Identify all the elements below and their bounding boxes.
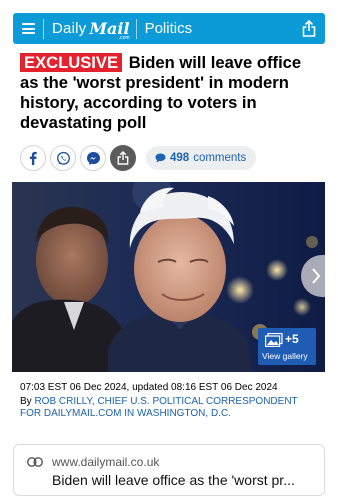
speech-bubble-icon: [155, 153, 166, 163]
share-row: 498 comments: [20, 145, 257, 171]
link-icon: [27, 457, 43, 467]
link-preview-card[interactable]: www.dailymail.co.uk Biden will leave off…: [13, 444, 325, 496]
whatsapp-icon: [56, 151, 70, 165]
share-icon: [117, 151, 129, 165]
gallery-icon: [265, 333, 283, 347]
article-byline: By Rob Crilly, Chief U.s. Political Corr…: [20, 396, 320, 420]
comments-button[interactable]: 498 comments: [146, 146, 257, 170]
whatsapp-share-button[interactable]: [50, 145, 76, 171]
share-icon[interactable]: [293, 13, 325, 44]
site-logo[interactable]: Daily Mail .com: [44, 13, 136, 44]
more-share-button[interactable]: [110, 145, 136, 171]
byline-prefix: By: [20, 396, 32, 407]
link-domain: www.dailymail.co.uk: [52, 455, 160, 469]
facebook-share-button[interactable]: [20, 145, 46, 171]
article-dateline: 07:03 EST 06 Dec 2024, updated 08:16 EST…: [20, 382, 278, 393]
logo-com: .com: [118, 35, 130, 41]
facebook-icon: [29, 151, 37, 165]
gallery-label: View gallery: [262, 351, 308, 361]
article-headline: EXCLUSIVE Biden will leave office as the…: [20, 53, 320, 133]
menu-icon[interactable]: [13, 13, 43, 44]
comments-label: comments: [193, 152, 247, 164]
view-gallery-button[interactable]: +5 View gallery: [258, 328, 316, 365]
logo-daily: Daily: [52, 20, 87, 37]
gallery-count: +5: [285, 332, 299, 346]
section-link[interactable]: Politics: [137, 20, 193, 37]
comments-count: 498: [170, 152, 190, 164]
article-photo[interactable]: +5 View gallery: [12, 182, 325, 372]
chevron-right-icon: [312, 268, 321, 284]
messenger-share-button[interactable]: [80, 145, 106, 171]
author-link[interactable]: Rob Crilly, Chief U.s. Political Corresp…: [20, 396, 297, 419]
link-title: Biden will leave office as the 'worst pr…: [52, 472, 295, 488]
messenger-icon: [86, 151, 100, 165]
exclusive-badge: EXCLUSIVE: [20, 53, 123, 72]
page: Daily Mail .com Politics EXCLUSIVE Biden…: [0, 0, 338, 500]
top-nav-bar: Daily Mail .com Politics: [13, 13, 325, 44]
